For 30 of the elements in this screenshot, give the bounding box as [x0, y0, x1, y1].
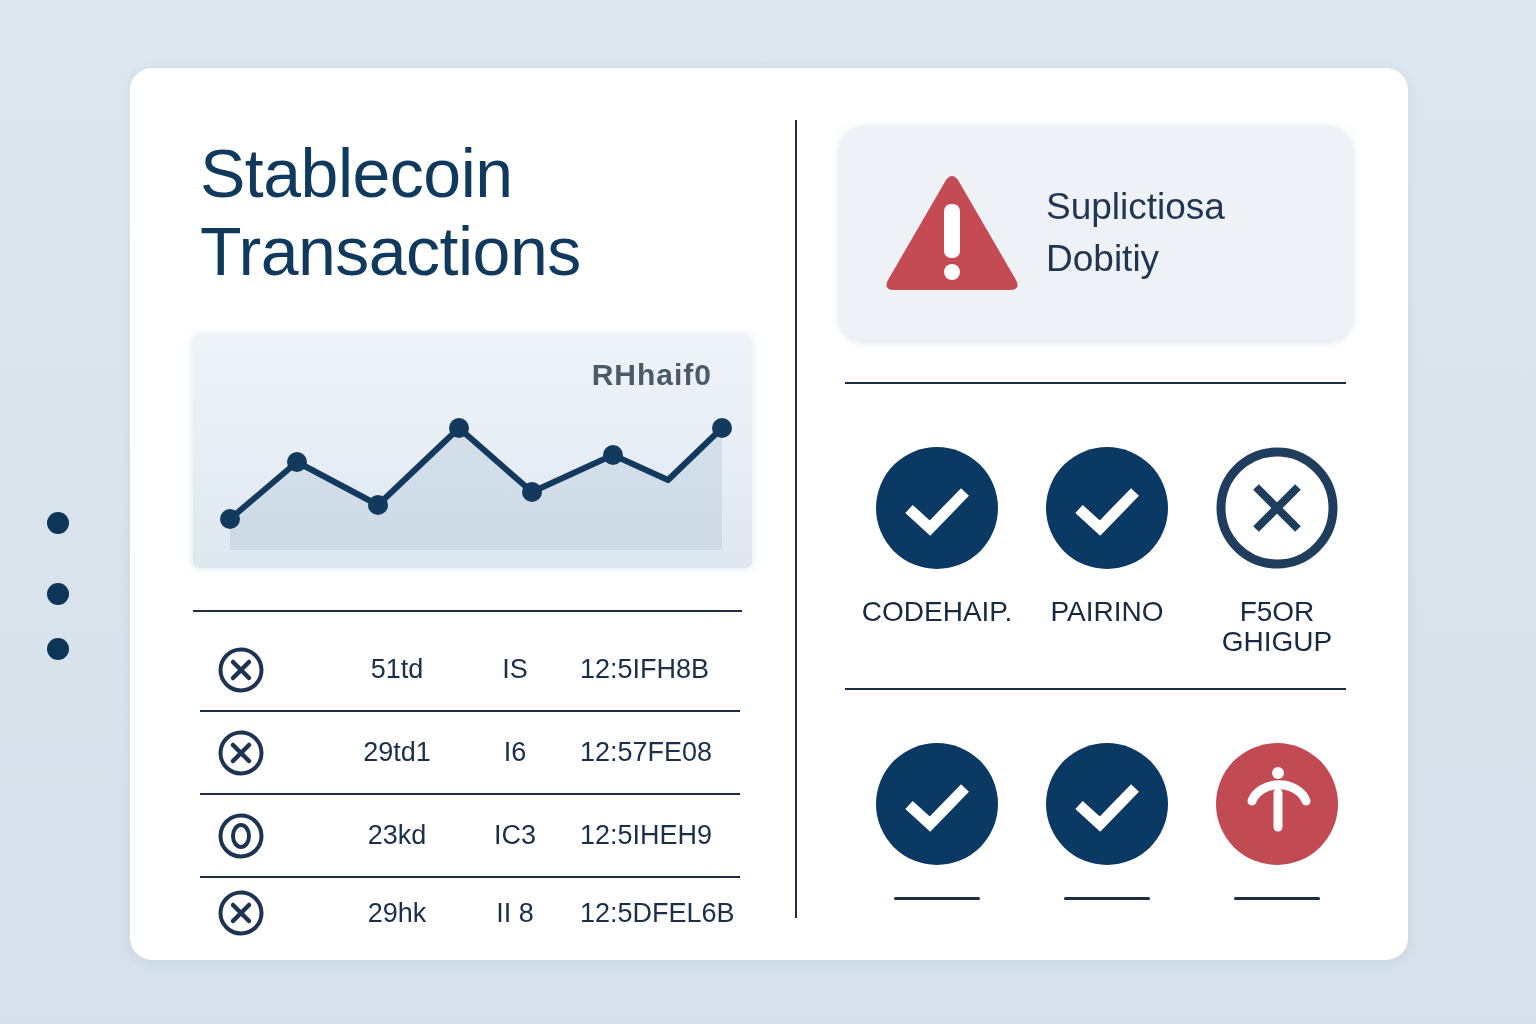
check-circle-icon	[1046, 743, 1168, 865]
check-circle-icon	[876, 743, 998, 865]
x-circle-icon	[218, 646, 264, 693]
table-cell: 29hk	[367, 897, 427, 929]
table-cell: 12:57FE08	[580, 737, 713, 768]
warning-icon	[884, 174, 1020, 292]
x-circle-icon	[218, 729, 264, 776]
table-cell: 12:5IHEH9	[580, 820, 713, 851]
table-cell: II 8	[496, 897, 534, 929]
vertical-dots-icon	[46, 512, 70, 662]
status-label: CODEHAIP.	[861, 597, 1013, 627]
table-cell: 23kd	[367, 820, 427, 851]
x-circle-icon	[1216, 447, 1338, 569]
x-circle-icon	[218, 890, 264, 936]
table-cell: 51td	[370, 654, 424, 685]
status-label: F5OR GHIGUP	[1221, 597, 1333, 657]
table-cell: 12:5DFEL6B	[580, 897, 735, 929]
table-cell: IC3	[494, 820, 536, 851]
check-circle-icon	[1046, 447, 1168, 569]
ring-icon	[218, 812, 264, 859]
page-title: Stablecoin Transactions	[200, 134, 581, 290]
check-circle-icon	[876, 447, 998, 569]
table-cell: 29td1	[363, 737, 431, 768]
umbrella-icon	[1216, 743, 1338, 865]
table-cell: 12:5IFH8B	[580, 654, 710, 685]
chart-label: RHhaif0	[591, 359, 712, 391]
status-label: PAIRINO	[1050, 597, 1164, 627]
alert-text: Suplictiosa Dobitiy	[1046, 185, 1225, 281]
table-cell: I6	[503, 737, 527, 768]
table-cell: IS	[502, 654, 528, 685]
